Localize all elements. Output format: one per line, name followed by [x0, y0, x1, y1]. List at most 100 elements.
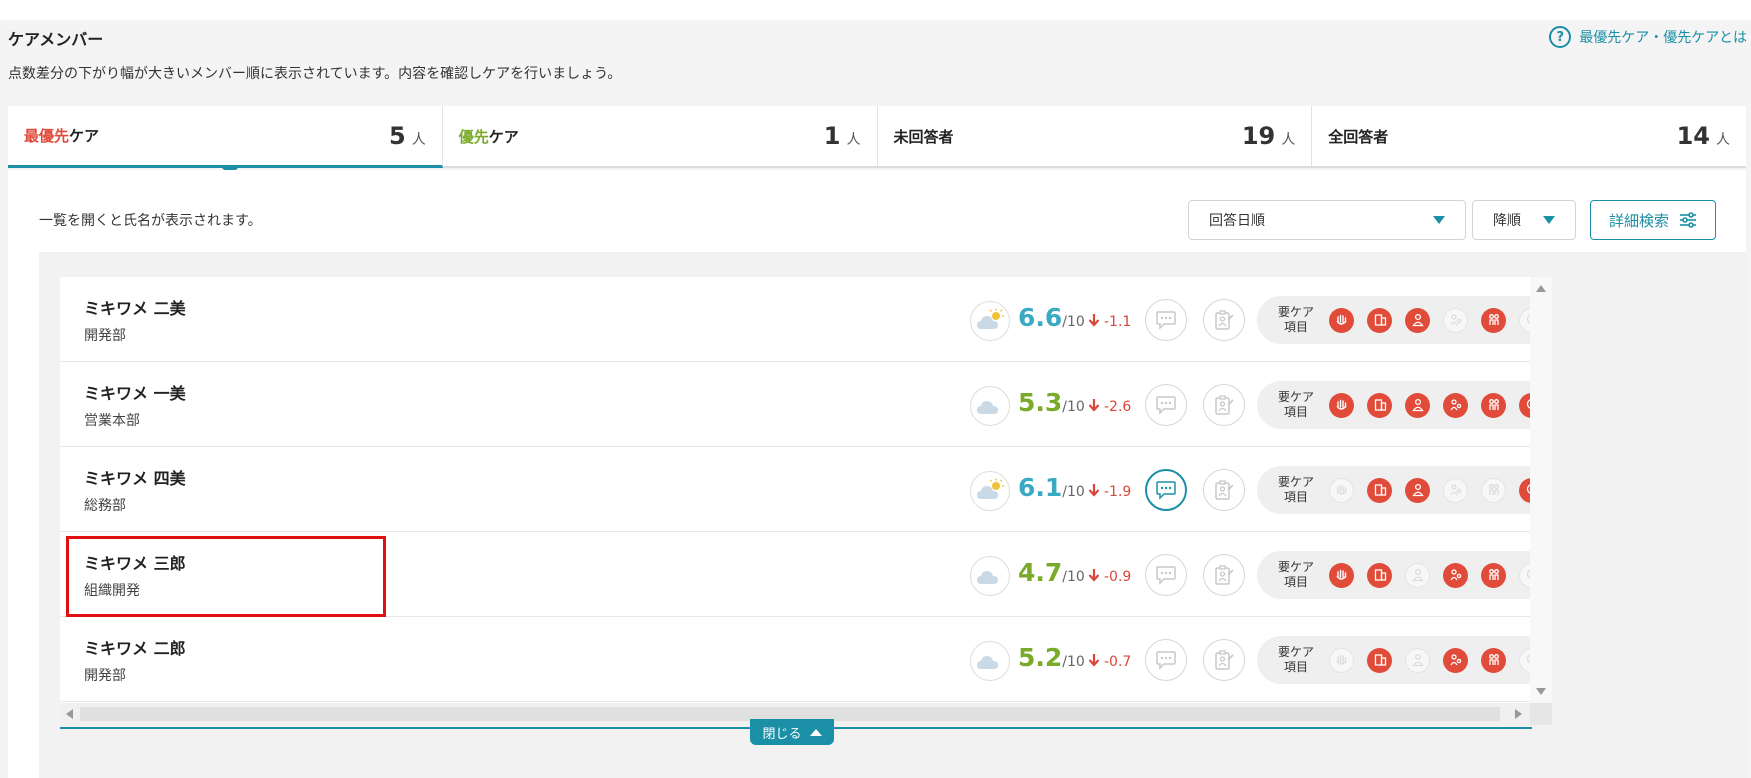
tab-count-unit: 人 — [411, 131, 426, 148]
chat-bubble-icon — [1156, 566, 1176, 585]
member-score: 6.1/10 — [1018, 473, 1085, 502]
hand-icon — [1329, 392, 1354, 418]
vertical-scrollbar[interactable] — [1530, 277, 1552, 703]
section-title: ケアメンバー — [8, 30, 104, 49]
care-item-icons — [1329, 562, 1530, 588]
people-icon — [1481, 562, 1506, 588]
tab-count-unit: 人 — [1716, 132, 1730, 148]
score-delta: -1.9 — [1088, 483, 1131, 501]
order-select[interactable]: 降順 — [1472, 200, 1576, 240]
tab-top-priority-care[interactable]: 最優先ケア 5人 — [8, 106, 443, 176]
tab-label: 優先ケア — [459, 126, 519, 147]
tab-label-highlight: 最優先 — [24, 127, 70, 145]
cloud-icon — [970, 386, 1010, 426]
care-items: 要ケア 項目 — [1257, 551, 1530, 599]
scroll-left-arrow-icon[interactable] — [66, 709, 73, 719]
sun-cloud-icon — [970, 471, 1010, 511]
arrow-down-icon — [1088, 313, 1100, 331]
member-score: 5.2/10 — [1018, 643, 1085, 672]
sort-select-value: 回答日順 — [1209, 213, 1265, 229]
panel-hint: 一覧を開くと氏名が表示されます。 — [39, 213, 262, 229]
clipboard-edit-icon — [1215, 650, 1234, 670]
score-value: 5.3 — [1018, 388, 1063, 417]
scroll-right-arrow-icon[interactable] — [1515, 709, 1522, 719]
care-items-label: 要ケア 項目 — [1277, 390, 1314, 419]
person-icon — [1405, 647, 1430, 673]
comment-button[interactable] — [1145, 469, 1187, 511]
score-value: 4.7 — [1018, 558, 1063, 587]
member-department: 総務部 — [84, 498, 126, 514]
care-item-icons — [1329, 392, 1530, 418]
care-item-icons — [1329, 477, 1530, 503]
family-icon — [1443, 477, 1468, 503]
memo-button[interactable] — [1203, 554, 1245, 596]
family-icon — [1443, 392, 1468, 418]
chat-bubble-icon — [1156, 651, 1176, 670]
comment-button[interactable] — [1145, 554, 1187, 596]
memo-button[interactable] — [1203, 469, 1245, 511]
chevron-down-icon — [1433, 216, 1445, 224]
score-delta-value: -1.9 — [1104, 484, 1132, 500]
member-row[interactable]: ミキワメ 三郎 組織開発 4.7/10 -0.9 要ケア 項目 — [60, 532, 1530, 617]
cloud-icon — [970, 641, 1010, 681]
tab-count: 19 人 — [1242, 122, 1295, 150]
cloud-icon — [970, 556, 1010, 596]
score-denominator: /10 — [1062, 314, 1085, 330]
tab-label-text: ケア — [488, 127, 519, 146]
care-items: 要ケア 項目 — [1257, 636, 1530, 684]
member-row[interactable]: ミキワメ 二郎 開発部 5.2/10 -0.7 要ケア 項目 — [60, 617, 1530, 702]
tab-count: 1人 — [824, 122, 861, 150]
care-items: 要ケア 項目 — [1257, 381, 1530, 429]
care-items-label: 要ケア 項目 — [1277, 475, 1314, 504]
care-list-panel: 一覧を開くと氏名が表示されます。 回答日順 降順 詳細検索 ミキワメ 二美 開発部… — [8, 170, 1746, 778]
tab-unanswered[interactable]: 未回答者 19 人 — [878, 106, 1313, 166]
member-row[interactable]: ミキワメ 一美 営業本部 5.3/10 -2.6 要ケア 項目 — [60, 362, 1530, 447]
top-strip — [0, 0, 1751, 20]
care-item-icons — [1329, 307, 1530, 333]
comment-button[interactable] — [1145, 639, 1187, 681]
memo-button[interactable] — [1203, 639, 1245, 681]
chat-bubble-icon — [1156, 311, 1176, 330]
order-select-value: 降順 — [1493, 213, 1521, 229]
memo-button[interactable] — [1203, 384, 1245, 426]
building-icon — [1367, 562, 1392, 588]
member-score: 5.3/10 — [1018, 388, 1085, 417]
comment-button[interactable] — [1145, 384, 1187, 426]
arrow-down-icon — [1088, 398, 1100, 416]
clipboard-edit-icon — [1215, 395, 1234, 415]
member-score: 4.7/10 — [1018, 558, 1085, 587]
tab-priority-care[interactable]: 優先ケア 1人 — [443, 106, 878, 166]
score-delta: -0.9 — [1088, 568, 1131, 586]
tab-count-unit: 人 — [846, 132, 861, 148]
tab-all-respondents[interactable]: 全回答者 14 人 — [1312, 106, 1746, 166]
brain-icon — [1519, 477, 1530, 503]
member-row[interactable]: ミキワメ 二美 開発部 6.6/10 -1.1 要ケア 項目 — [60, 277, 1530, 362]
people-icon — [1481, 392, 1506, 418]
care-items: 要ケア 項目 — [1257, 466, 1530, 514]
scroll-up-arrow-icon[interactable] — [1536, 285, 1546, 292]
family-icon — [1443, 562, 1468, 588]
hand-icon — [1329, 647, 1354, 673]
tab-count: 5人 — [389, 122, 426, 150]
tab-label: 最優先ケア — [24, 125, 99, 146]
help-link[interactable]: ? 最優先ケア・優先ケアとは — [1549, 26, 1747, 48]
member-list-area: ミキワメ 二美 開発部 6.6/10 -1.1 要ケア 項目 ミキワメ 一美 営業本部 5.3/… — [39, 252, 1746, 778]
score-delta-value: -0.7 — [1104, 654, 1132, 670]
scroll-down-arrow-icon[interactable] — [1536, 688, 1546, 695]
comment-button[interactable] — [1145, 299, 1187, 341]
tab-count-number: 5 — [389, 121, 406, 150]
score-denominator: /10 — [1062, 569, 1085, 585]
member-name: ミキワメ 三郎 — [84, 554, 186, 573]
member-row[interactable]: ミキワメ 四美 総務部 6.1/10 -1.9 要ケア 項目 — [60, 447, 1530, 532]
close-list-button[interactable]: 閉じる — [750, 719, 834, 745]
arrow-down-icon — [1088, 568, 1100, 586]
memo-button[interactable] — [1203, 299, 1245, 341]
advanced-search-button[interactable]: 詳細検索 — [1590, 200, 1716, 240]
sort-select[interactable]: 回答日順 — [1188, 200, 1466, 240]
score-delta-value: -0.9 — [1104, 569, 1132, 585]
advanced-search-label: 詳細検索 — [1608, 211, 1669, 230]
arrow-down-icon — [1088, 483, 1100, 501]
score-delta: -1.1 — [1088, 313, 1131, 331]
building-icon — [1367, 307, 1392, 333]
people-icon — [1481, 307, 1506, 333]
